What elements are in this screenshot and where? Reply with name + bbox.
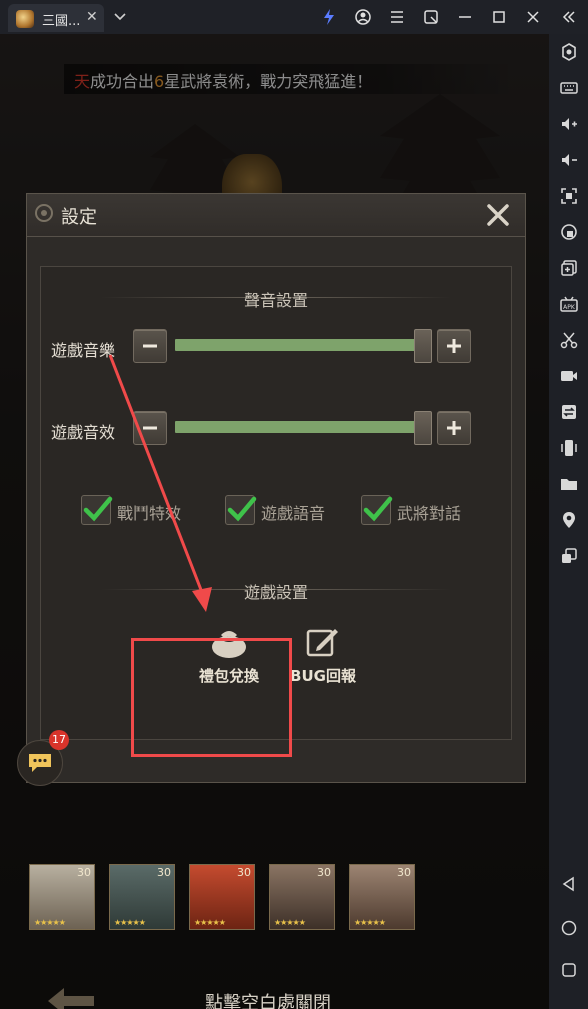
window-titlebar: 三國... ✕ <box>0 0 588 34</box>
edit-icon <box>306 629 338 657</box>
hero-stars: ★★★★★ <box>194 918 226 927</box>
hero-card[interactable]: 30 ★★★★★ <box>29 864 95 930</box>
hero-level: 30 <box>157 866 171 879</box>
recents-icon[interactable] <box>559 960 579 980</box>
apk-icon[interactable]: APK <box>559 294 579 314</box>
menu-icon[interactable] <box>388 8 406 26</box>
collapse-icon[interactable] <box>560 8 578 26</box>
back-icon[interactable] <box>559 874 579 894</box>
hero-card[interactable]: 30 ★★★★★ <box>189 864 255 930</box>
volume-down-icon[interactable] <box>559 150 579 170</box>
location-icon[interactable] <box>559 510 579 530</box>
sound-section-title: 聲音設置 <box>243 291 308 310</box>
hero-card[interactable]: 30 ★★★★★ <box>349 864 415 930</box>
game-voice-label: 遊戲語音 <box>261 504 326 523</box>
minimize-icon[interactable] <box>456 8 474 26</box>
music-increase-button[interactable] <box>437 329 471 363</box>
record-icon[interactable] <box>559 366 579 386</box>
dialog-title: 設定 <box>61 207 97 228</box>
close-icon[interactable] <box>524 8 542 26</box>
hero-level: 30 <box>77 866 91 879</box>
hero-stars: ★★★★★ <box>34 918 66 927</box>
app-tab[interactable]: 三國... ✕ <box>8 4 104 32</box>
emulator-sidebar: APK <box>549 34 588 1009</box>
music-slider-thumb[interactable] <box>414 329 432 363</box>
sync-icon[interactable] <box>559 402 579 422</box>
chevron-down-icon[interactable] <box>112 8 128 24</box>
hero-level: 30 <box>397 866 411 879</box>
hero-dialogue-checkbox[interactable] <box>361 495 393 525</box>
effects-increase-button[interactable] <box>437 411 471 445</box>
music-slider[interactable] <box>175 339 427 351</box>
svg-text:APK: APK <box>563 304 576 311</box>
keyboard-icon[interactable] <box>559 78 579 98</box>
effects-slider[interactable] <box>175 421 427 433</box>
game-voice-checkbox[interactable] <box>225 495 257 525</box>
scissors-icon[interactable] <box>559 330 579 350</box>
effects-label: 遊戲音效 <box>51 423 116 442</box>
lock-icon[interactable] <box>559 222 579 242</box>
hero-level: 30 <box>237 866 251 879</box>
game-app-icon <box>16 10 34 28</box>
chat-icon <box>29 754 51 772</box>
game-section-title: 遊戲設置 <box>243 583 308 602</box>
account-icon[interactable] <box>354 8 372 26</box>
back-arrow-icon[interactable] <box>44 984 98 1009</box>
annotation-highlight-box <box>131 638 292 757</box>
volume-up-icon[interactable] <box>559 114 579 134</box>
hero-card[interactable]: 30 ★★★★★ <box>109 864 175 930</box>
battle-effects-label: 戰鬥特效 <box>117 504 182 523</box>
settings-icon[interactable] <box>559 42 579 62</box>
battle-effects-checkbox[interactable] <box>81 495 113 525</box>
folder-icon[interactable] <box>559 474 579 494</box>
fullscreen-icon[interactable] <box>559 186 579 206</box>
flash-icon[interactable] <box>320 8 338 26</box>
music-label: 遊戲音樂 <box>51 341 116 360</box>
add-window-icon[interactable] <box>559 258 579 278</box>
tab-title: 三國... <box>42 14 81 29</box>
dialog-header: 設定 <box>27 194 525 237</box>
hero-stars: ★★★★★ <box>354 918 386 927</box>
hero-level: 30 <box>317 866 331 879</box>
hero-dialogue-label: 武將對話 <box>397 504 462 523</box>
effects-decrease-button[interactable] <box>133 411 167 445</box>
ornament-icon <box>35 204 53 222</box>
effects-slider-thumb[interactable] <box>414 411 432 445</box>
music-decrease-button[interactable] <box>133 329 167 363</box>
hero-card[interactable]: 30 ★★★★★ <box>269 864 335 930</box>
close-hint: 點擊空白處關閉 <box>205 993 331 1009</box>
chat-unread-badge: 17 <box>49 730 69 750</box>
hero-stars: ★★★★★ <box>274 918 306 927</box>
maximize-icon[interactable] <box>490 8 508 26</box>
home-icon[interactable] <box>559 918 579 938</box>
screenshot-icon[interactable] <box>422 8 440 26</box>
hero-stars: ★★★★★ <box>114 918 146 927</box>
tab-close-icon[interactable]: ✕ <box>86 9 98 25</box>
multi-instance-icon[interactable] <box>559 546 579 566</box>
close-dialog-icon[interactable] <box>483 200 513 230</box>
shake-icon[interactable] <box>559 438 579 458</box>
